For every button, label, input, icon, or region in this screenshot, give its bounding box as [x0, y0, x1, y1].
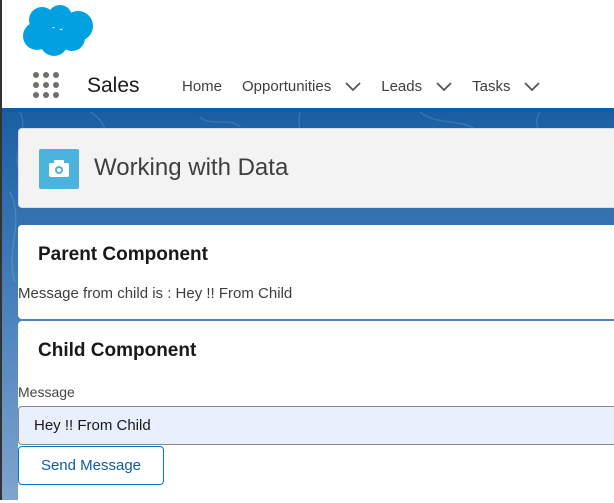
nav-label: Tasks: [472, 78, 511, 95]
nav-label: Opportunities: [242, 78, 332, 95]
nav-item-leads[interactable]: Leads: [381, 78, 452, 95]
nav-item-tasks[interactable]: Tasks: [472, 78, 541, 95]
chevron-down-icon[interactable]: [524, 81, 541, 92]
global-header: Sales Home Opportunities Leads Tasks: [0, 0, 614, 108]
parent-message-text: Message from child is : Hey !! From Chil…: [18, 285, 293, 302]
camera-icon: [39, 149, 79, 189]
window-edge: [0, 0, 2, 500]
send-message-button[interactable]: Send Message: [18, 446, 164, 485]
page-title: Working with Data: [94, 154, 289, 181]
page-header: Working with Data: [18, 128, 614, 208]
message-field-label: Message: [18, 384, 75, 400]
message-input[interactable]: [18, 406, 614, 445]
nav-item-opportunities[interactable]: Opportunities: [242, 78, 361, 95]
parent-component-card: Parent Component Message from child is :…: [18, 225, 614, 319]
app-name: Sales: [87, 74, 140, 97]
salesforce-logo[interactable]: [20, 4, 96, 56]
child-card-title: Child Component: [38, 340, 197, 361]
app-launcher-icon[interactable]: [33, 72, 59, 98]
child-component-card: Child Component Message Send Message: [18, 321, 614, 503]
nav-label: Leads: [381, 78, 423, 95]
chevron-down-icon[interactable]: [345, 81, 361, 92]
nav-bar: Home Opportunities Leads Tasks: [182, 78, 560, 95]
nav-label: Home: [182, 78, 223, 95]
nav-item-home[interactable]: Home: [182, 78, 222, 95]
chevron-down-icon[interactable]: [436, 81, 452, 92]
parent-card-title: Parent Component: [38, 244, 208, 265]
